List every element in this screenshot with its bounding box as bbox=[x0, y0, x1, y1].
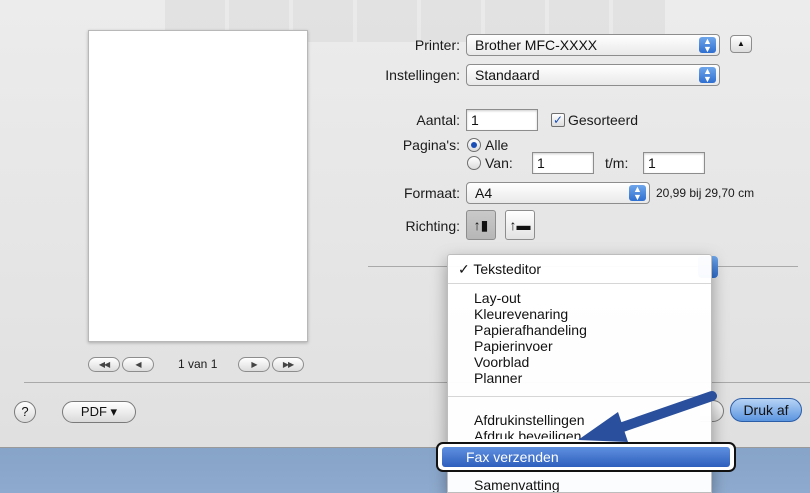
printer-label: Printer: bbox=[414, 37, 460, 53]
paper-size-label: Formaat: bbox=[403, 185, 460, 201]
pages-label: Pagina's: bbox=[402, 137, 460, 153]
pages-from-label: Van: bbox=[485, 155, 513, 171]
portrait-icon[interactable]: ↑▮ bbox=[466, 210, 496, 240]
check-icon: ✓ bbox=[458, 261, 470, 277]
menu-item-paper-feed[interactable]: Papierinvoer bbox=[474, 338, 553, 354]
previous-page-button[interactable]: ◀ bbox=[122, 357, 154, 372]
menu-item-color-matching[interactable]: Kleurevenaring bbox=[474, 306, 568, 322]
menu-item-label: Teksteditor bbox=[473, 261, 542, 277]
menu-item-secure-print[interactable]: Afdruk beveiligen bbox=[474, 428, 581, 439]
menu-item-scheduler[interactable]: Planner bbox=[474, 370, 522, 386]
landscape-icon[interactable]: ↑▬ bbox=[505, 210, 535, 240]
popup-arrows-icon: ▲ ▼ bbox=[629, 185, 646, 202]
copies-label: Aantal: bbox=[416, 112, 460, 128]
page-counter: 1 van 1 bbox=[178, 357, 218, 371]
pdf-button[interactable]: PDF ▾ bbox=[62, 401, 136, 423]
pages-to-input[interactable]: 1 bbox=[643, 152, 705, 174]
menu-item-layout[interactable]: Lay-out bbox=[474, 290, 521, 306]
menu-item-paper-handling[interactable]: Papierafhandeling bbox=[474, 322, 587, 338]
settings-popup[interactable]: Standaard ▲ ▼ bbox=[466, 64, 720, 86]
paper-size-popup[interactable]: A4 ▲ ▼ bbox=[466, 182, 650, 204]
callout-arrow-icon bbox=[578, 391, 717, 442]
pages-from-radio[interactable] bbox=[467, 156, 481, 170]
menu-item-print-settings[interactable]: Afdrukinstellingen bbox=[474, 412, 585, 428]
page-preview bbox=[88, 30, 308, 342]
settings-value: Standaard bbox=[475, 67, 540, 83]
pages-all-label: Alle bbox=[485, 137, 509, 153]
next-page-button[interactable]: ▶ bbox=[238, 357, 270, 372]
collapse-button[interactable]: ▲ bbox=[730, 35, 752, 53]
last-page-button[interactable]: ▶▶ bbox=[272, 357, 304, 372]
pages-all-radio[interactable] bbox=[467, 138, 481, 152]
printer-popup[interactable]: Brother MFC-XXXX ▲ ▼ bbox=[466, 34, 720, 56]
pages-to-label: t/m: bbox=[605, 155, 629, 171]
collated-label: Gesorteerd bbox=[568, 112, 639, 128]
menu-item-send-fax[interactable]: Fax verzenden bbox=[436, 442, 736, 472]
send-fax-label: Fax verzenden bbox=[442, 447, 730, 467]
paper-size-dimensions: 20,99 bij 29,70 cm bbox=[656, 186, 755, 200]
printer-value: Brother MFC-XXXX bbox=[475, 37, 598, 53]
popup-arrows-icon: ▲ ▼ bbox=[699, 37, 716, 54]
pages-from-input[interactable]: 1 bbox=[532, 152, 594, 174]
paper-size-value: A4 bbox=[475, 185, 493, 201]
help-button[interactable]: ? bbox=[14, 401, 36, 423]
popup-arrows-icon: ▲ ▼ bbox=[699, 67, 716, 84]
settings-label: Instellingen: bbox=[385, 67, 460, 83]
copies-input[interactable]: 1 bbox=[466, 109, 538, 131]
menu-item-cover-page[interactable]: Voorblad bbox=[474, 354, 529, 370]
first-page-button[interactable]: ◀◀ bbox=[88, 357, 120, 372]
collated-checkbox[interactable]: ✓ bbox=[551, 113, 565, 127]
menu-item-teksteditor[interactable]: ✓ Teksteditor bbox=[458, 261, 541, 277]
orientation-label: Richting: bbox=[405, 218, 460, 234]
menu-item-summary[interactable]: Samenvatting bbox=[474, 477, 560, 492]
print-button[interactable]: Druk af bbox=[730, 398, 802, 422]
menu-separator bbox=[448, 283, 711, 284]
